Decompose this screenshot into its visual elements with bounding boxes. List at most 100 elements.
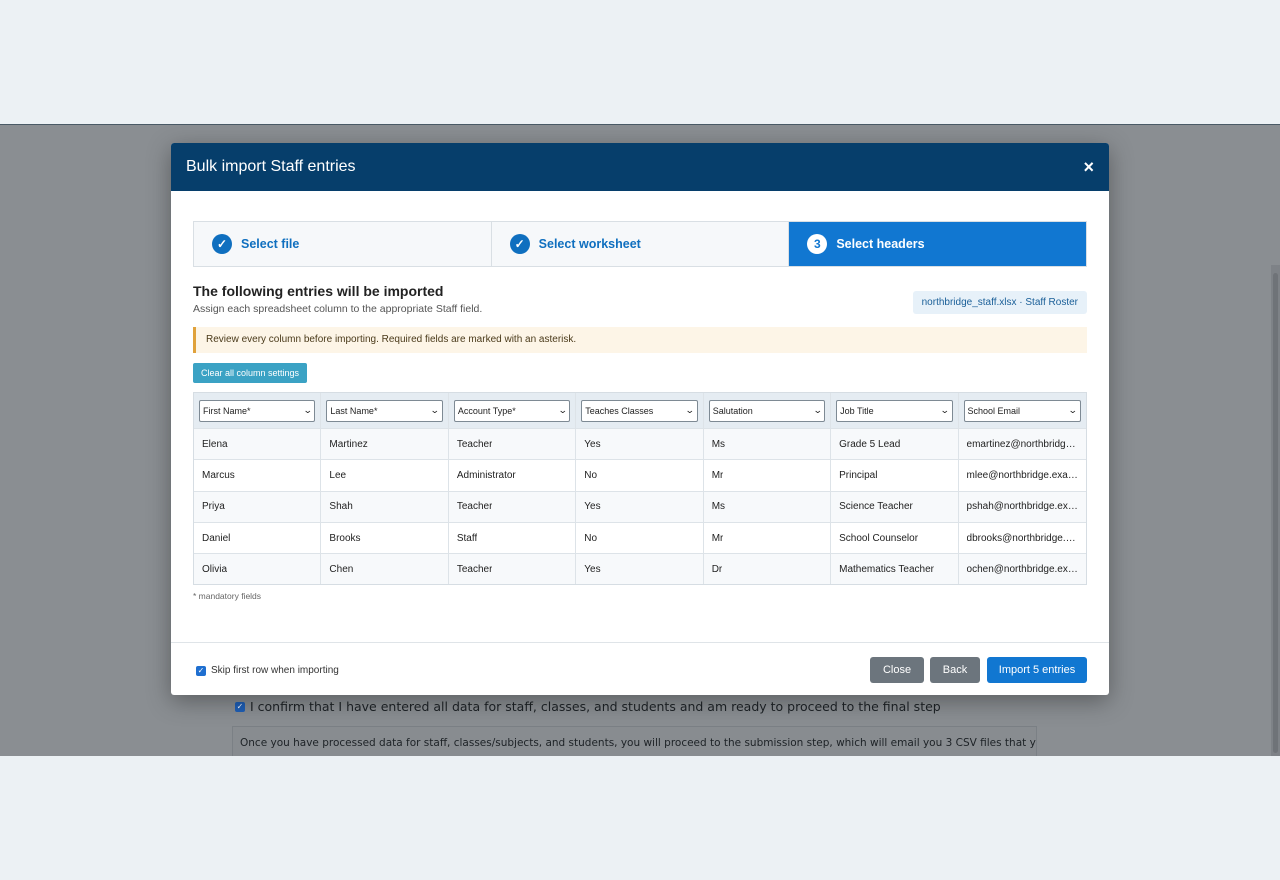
- scrollbar-thumb[interactable]: [1273, 273, 1278, 753]
- table-cell: Mathematics Teacher: [831, 554, 959, 585]
- table-row: Priya Shah Teacher Yes Ms Science Teacher psha…: [194, 490, 1086, 522]
- column-header: School Email ⌄: [959, 393, 1086, 428]
- column-select[interactable]: Salutation ⌄: [708, 399, 826, 422]
- confirm-checkbox-row[interactable]: ✓ I confirm that I have entered all data…: [235, 699, 941, 714]
- cell-value: Daniel: [202, 532, 231, 544]
- cell-value: Ms: [711, 438, 726, 450]
- cell-value: Mr: [711, 469, 724, 481]
- table-cell: Olivia: [194, 554, 322, 585]
- checkbox-checked-icon[interactable]: ✓: [235, 701, 245, 712]
- column-header: Account Type* ⌄: [449, 393, 577, 428]
- modal-title: Bulk import Staff entries: [186, 158, 356, 175]
- chevron-down-icon: ⌄: [302, 405, 313, 415]
- column-select[interactable]: Teaches Classes ⌄: [581, 399, 698, 422]
- column-select[interactable]: Job Title ⌄: [836, 399, 953, 422]
- import-preview-table: First Name* ⌄ Last Name* ⌄ Account Type* ⌄ …: [193, 392, 1087, 586]
- chevron-down-icon: ⌄: [430, 405, 440, 415]
- page-scrollbar[interactable]: [1271, 265, 1280, 756]
- table-cell: School Counselor: [831, 522, 959, 554]
- table-row: Olivia Chen Teacher Yes Dr Mathematics Teache…: [194, 553, 1086, 585]
- cell-value: dbrooks@northbridge.example.edu: [966, 532, 1078, 544]
- warning-alert: Review every column before importing. Re…: [193, 327, 1087, 353]
- cell-value: Principal: [839, 469, 878, 481]
- skip-first-row-checkbox[interactable]: ✓ Skip first row when importing: [196, 665, 339, 676]
- table-cell: Lee: [321, 460, 449, 491]
- table-cell: No: [576, 460, 704, 491]
- cell-value: Staff: [456, 532, 478, 544]
- column-select[interactable]: Account Type* ⌄: [453, 399, 571, 422]
- cell-value: Grade 5 Lead: [839, 438, 901, 450]
- cell-value: Teacher: [456, 438, 493, 450]
- confirm-label: I confirm that I have entered all data f…: [250, 699, 941, 714]
- select-value: First Name*: [203, 405, 251, 416]
- modal-header: Bulk import Staff entries ×: [171, 143, 1109, 191]
- table-cell: Grade 5 Lead: [831, 429, 959, 460]
- column-select[interactable]: First Name* ⌄: [199, 399, 316, 422]
- cell-value: Marcus: [202, 469, 235, 481]
- close-button[interactable]: Close: [870, 657, 924, 683]
- step-number-badge: 3: [807, 234, 828, 254]
- column-header: Last Name* ⌄: [321, 393, 449, 428]
- cell-value: Yes: [584, 501, 601, 513]
- table-cell: ochen@northbridge.example.edu: [959, 554, 1086, 584]
- select-value: Last Name*: [330, 405, 378, 416]
- table-cell: Mr: [704, 522, 832, 554]
- file-badge: northbridge_staff.xlsx · Staff Roster: [912, 291, 1087, 314]
- chevron-down-icon: ⌄: [685, 405, 695, 415]
- table-cell: No: [576, 522, 704, 554]
- table-cell: Mr: [704, 460, 832, 491]
- select-value: School Email: [967, 405, 1021, 416]
- table-cell: Daniel: [194, 522, 322, 554]
- cell-value: Priya: [202, 501, 225, 513]
- column-select[interactable]: School Email ⌄: [963, 399, 1081, 422]
- table-cell: Science Teacher: [831, 491, 959, 522]
- close-icon[interactable]: ×: [1083, 157, 1094, 178]
- step-select-worksheet[interactable]: ✓ Select worksheet: [490, 222, 789, 266]
- cell-value: Yes: [584, 438, 601, 450]
- chevron-down-icon: ⌄: [939, 405, 950, 415]
- cell-value: Science Teacher: [839, 501, 913, 513]
- table-cell: Teacher: [449, 554, 577, 585]
- table-cell: Elena: [194, 429, 322, 460]
- modal-footer: ✓ Skip first row when importing Close Ba…: [171, 642, 1109, 695]
- checkbox-checked-icon[interactable]: ✓: [196, 665, 206, 676]
- select-value: Job Title: [840, 405, 874, 416]
- table-cell: Ms: [704, 429, 832, 460]
- step-label: Select worksheet: [538, 237, 641, 251]
- cell-value: mlee@northbridge.example.edu: [966, 469, 1078, 481]
- chevron-down-icon: ⌄: [1068, 405, 1079, 415]
- clear-column-settings-button[interactable]: Clear all column settings: [193, 363, 308, 383]
- column-header: Salutation ⌄: [704, 393, 832, 428]
- checkmark-icon: ✓: [509, 234, 530, 254]
- table-cell: Staff: [449, 522, 577, 554]
- table-cell: Yes: [576, 429, 704, 460]
- column-mapping-row: First Name* ⌄ Last Name* ⌄ Account Type* ⌄ …: [194, 393, 1086, 428]
- select-value: Account Type*: [457, 405, 516, 416]
- table-cell: mlee@northbridge.example.edu: [959, 460, 1086, 490]
- cell-value: No: [584, 532, 598, 544]
- table-cell: pshah@northbridge.example.edu: [959, 492, 1086, 522]
- step-select-file[interactable]: ✓ Select file: [194, 222, 491, 266]
- cell-value: School Counselor: [839, 532, 919, 544]
- mandatory-note: * mandatory fields: [193, 591, 262, 601]
- cell-value: Lee: [329, 469, 347, 481]
- cell-value: Shah: [329, 501, 353, 513]
- cell-value: Olivia: [202, 563, 228, 575]
- table-cell: Chen: [321, 554, 449, 585]
- submission-notice: Once you have processed data for staff, …: [232, 726, 1037, 756]
- skip-label: Skip first row when importing: [211, 665, 339, 676]
- import-button[interactable]: Import 5 entries: [987, 657, 1087, 683]
- cell-value: Ms: [711, 501, 726, 513]
- table-cell: Brooks: [321, 522, 449, 554]
- table-cell: Yes: [576, 554, 704, 585]
- cell-value: Yes: [584, 563, 601, 575]
- cell-value: Dr: [711, 563, 723, 575]
- table-cell: Priya: [194, 491, 322, 522]
- cell-value: Teacher: [456, 563, 493, 575]
- column-select[interactable]: Last Name* ⌄: [326, 399, 443, 422]
- bulk-import-modal: Bulk import Staff entries × ✓ Select fil…: [171, 143, 1109, 695]
- table-cell: Martinez: [321, 429, 449, 460]
- back-button[interactable]: Back: [930, 657, 980, 683]
- step-select-headers[interactable]: 3 Select headers: [788, 222, 1087, 266]
- table-cell: Shah: [321, 491, 449, 522]
